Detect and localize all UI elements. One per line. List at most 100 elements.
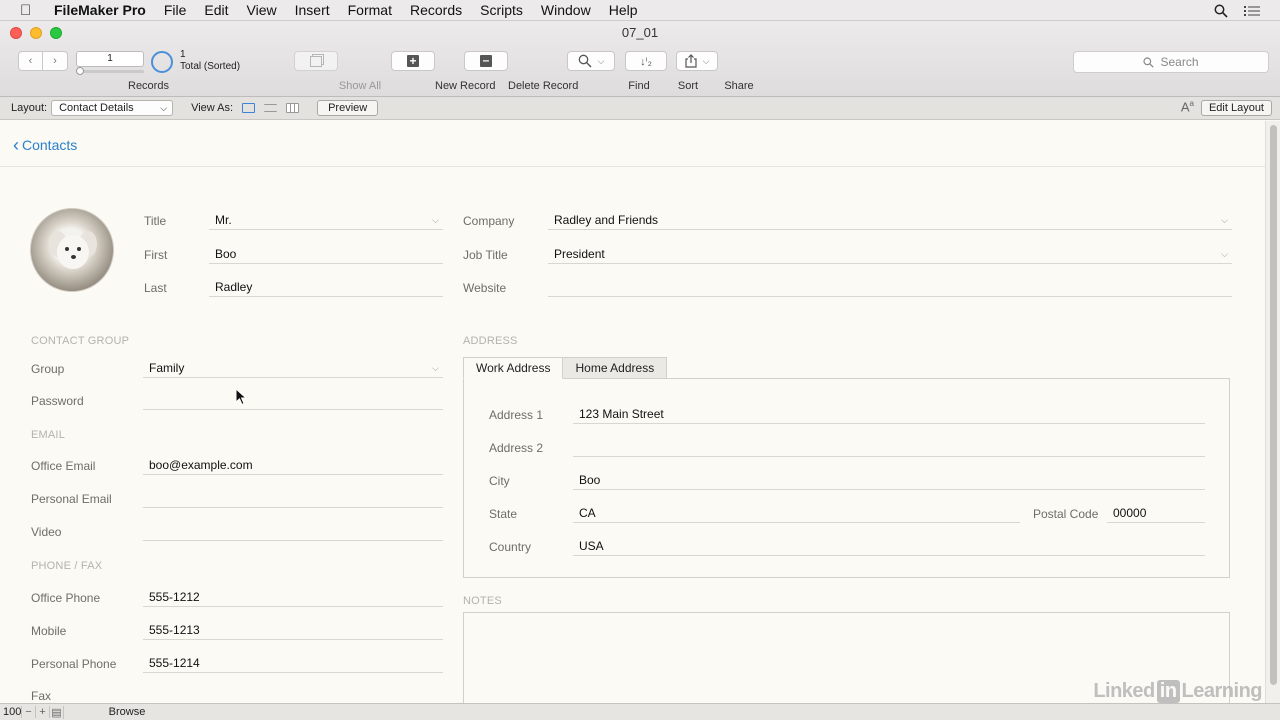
mouse-cursor-icon — [235, 388, 247, 406]
group-label: Group — [31, 362, 65, 376]
job-title-field[interactable]: President ⌵ — [548, 244, 1232, 264]
group-field[interactable]: Family ⌵ — [143, 358, 443, 378]
menu-view[interactable]: View — [247, 2, 277, 18]
menu-file[interactable]: File — [164, 2, 187, 18]
password-field[interactable] — [143, 390, 443, 410]
tab-work-address[interactable]: Work Address — [463, 357, 564, 379]
show-all-button[interactable]: Show All — [294, 51, 381, 92]
next-record-button[interactable]: › — [43, 51, 68, 71]
mode-indicator[interactable]: Browse — [92, 706, 162, 718]
country-label: Country — [489, 540, 532, 554]
menu-help[interactable]: Help — [609, 2, 638, 18]
show-all-label: Show All — [338, 80, 382, 92]
personal-phone-field[interactable]: 555-1214 — [143, 653, 443, 673]
record-status: Total (Sorted) — [180, 61, 241, 72]
zoom-level[interactable]: 100 — [0, 706, 22, 718]
personal-phone-label: Personal Phone — [31, 657, 117, 671]
office-email-label: Office Email — [31, 459, 96, 473]
scrollbar-thumb[interactable] — [1270, 125, 1277, 685]
form-view-icon[interactable] — [242, 103, 256, 113]
menu-edit[interactable]: Edit — [204, 2, 228, 18]
city-field[interactable]: Boo — [573, 470, 1205, 490]
zoom-out-icon[interactable]: − — [22, 706, 36, 718]
state-field[interactable]: CA — [573, 503, 1020, 523]
quick-find-search[interactable]: Search — [1073, 51, 1269, 73]
state-label: State — [489, 507, 518, 521]
address1-field[interactable]: 123 Main Street — [573, 404, 1205, 424]
office-phone-field[interactable]: 555-1212 — [143, 587, 443, 607]
records-pie-icon[interactable] — [151, 51, 173, 73]
sort-button[interactable]: ↓ⁱ₂ Sort — [625, 51, 698, 92]
menu-scripts[interactable]: Scripts — [480, 2, 523, 18]
photo-detail — [71, 255, 76, 259]
watermark-text-linked: Linked — [1093, 680, 1155, 702]
toggle-toolbar-icon[interactable]: ▤ — [50, 705, 64, 719]
search-placeholder: Search — [1160, 55, 1199, 69]
sort-icon: ↓ⁱ₂ — [640, 55, 652, 68]
photo-detail — [65, 247, 69, 251]
office-phone-label: Office Phone — [31, 591, 101, 605]
company-field[interactable]: Radley and Friends ⌵ — [548, 210, 1232, 230]
share-button[interactable]: ⌵ Share — [676, 51, 754, 92]
menu-window[interactable]: Window — [541, 2, 591, 18]
country-field[interactable]: USA — [573, 536, 1205, 556]
mobile-field[interactable]: 555-1213 — [143, 620, 443, 640]
first-label: First — [144, 248, 168, 262]
delete-record-label: Delete Record — [508, 80, 579, 92]
tab-home-address[interactable]: Home Address — [563, 357, 668, 379]
share-label: Share — [724, 80, 754, 92]
address-panel: Address 1 123 Main Street Address 2 City… — [463, 378, 1230, 578]
record-slider-knob[interactable] — [76, 67, 84, 75]
apple-icon[interactable]:  — [20, 2, 42, 19]
current-record-input[interactable]: 1 — [76, 51, 144, 67]
postal-code-field[interactable]: 00000 — [1107, 503, 1205, 523]
record-content: ‹ Contacts Title Mr. ⌵ First Boo Last Ra… — [0, 121, 1265, 712]
fax-label: Fax — [31, 689, 52, 703]
layout-label: Layout: — [11, 102, 48, 114]
menu-records[interactable]: Records — [410, 2, 462, 18]
menu-bar:  FileMaker Pro File Edit View Insert Fo… — [0, 0, 1280, 21]
preview-button[interactable]: Preview — [317, 100, 379, 116]
website-field[interactable] — [548, 277, 1232, 297]
title-field[interactable]: Mr. ⌵ — [209, 210, 443, 230]
company-label: Company — [463, 214, 515, 228]
status-bar: 100 − + ▤ Browse — [0, 703, 1280, 720]
record-slider[interactable] — [76, 67, 144, 75]
delete-record-button[interactable]: – Delete Record — [464, 51, 578, 92]
first-name-value: Boo — [215, 247, 237, 261]
postal-code-value: 00000 — [1113, 506, 1147, 520]
personal-email-field[interactable] — [143, 488, 443, 508]
vertical-scrollbar[interactable] — [1265, 121, 1280, 703]
layout-select[interactable]: Contact Details ⌵ — [51, 100, 174, 116]
text-format-icon[interactable]: Aa — [1181, 99, 1194, 114]
magnifier-icon — [578, 54, 592, 68]
first-name-field[interactable]: Boo — [209, 244, 443, 264]
office-email-field[interactable]: boo@example.com — [143, 455, 443, 475]
menu-app[interactable]: FileMaker Pro — [54, 2, 146, 18]
minus-icon: – — [480, 54, 492, 67]
edit-layout-button[interactable]: Edit Layout — [1200, 100, 1272, 116]
contact-photo[interactable] — [30, 208, 114, 292]
sort-label: Sort — [677, 80, 699, 92]
previous-record-button[interactable]: ‹ — [18, 51, 43, 71]
list-view-icon[interactable] — [264, 104, 278, 112]
record-navigation: ‹ › — [18, 51, 68, 71]
new-record-button[interactable]: + New Record — [391, 51, 496, 92]
spotlight-search-icon[interactable] — [1214, 4, 1228, 18]
chevron-right-icon: › — [53, 55, 57, 67]
video-field[interactable] — [143, 521, 443, 541]
city-value: Boo — [579, 473, 601, 487]
state-value: CA — [579, 506, 596, 520]
window-toolbar: 07_01 ‹ › 1 1 Total (Sorted) Records Sho… — [0, 21, 1280, 97]
table-view-icon[interactable] — [286, 103, 300, 113]
address2-field[interactable] — [573, 437, 1205, 457]
notification-center-icon[interactable] — [1244, 5, 1260, 17]
share-icon — [684, 54, 697, 68]
menu-insert[interactable]: Insert — [295, 2, 330, 18]
zoom-in-icon[interactable]: + — [36, 706, 50, 718]
find-button[interactable]: ⌵ Find — [567, 51, 650, 92]
contacts-back-link[interactable]: ‹ Contacts — [13, 136, 77, 154]
menu-format[interactable]: Format — [348, 2, 392, 18]
personal-email-label: Personal Email — [31, 492, 112, 506]
last-name-field[interactable]: Radley — [209, 277, 443, 297]
